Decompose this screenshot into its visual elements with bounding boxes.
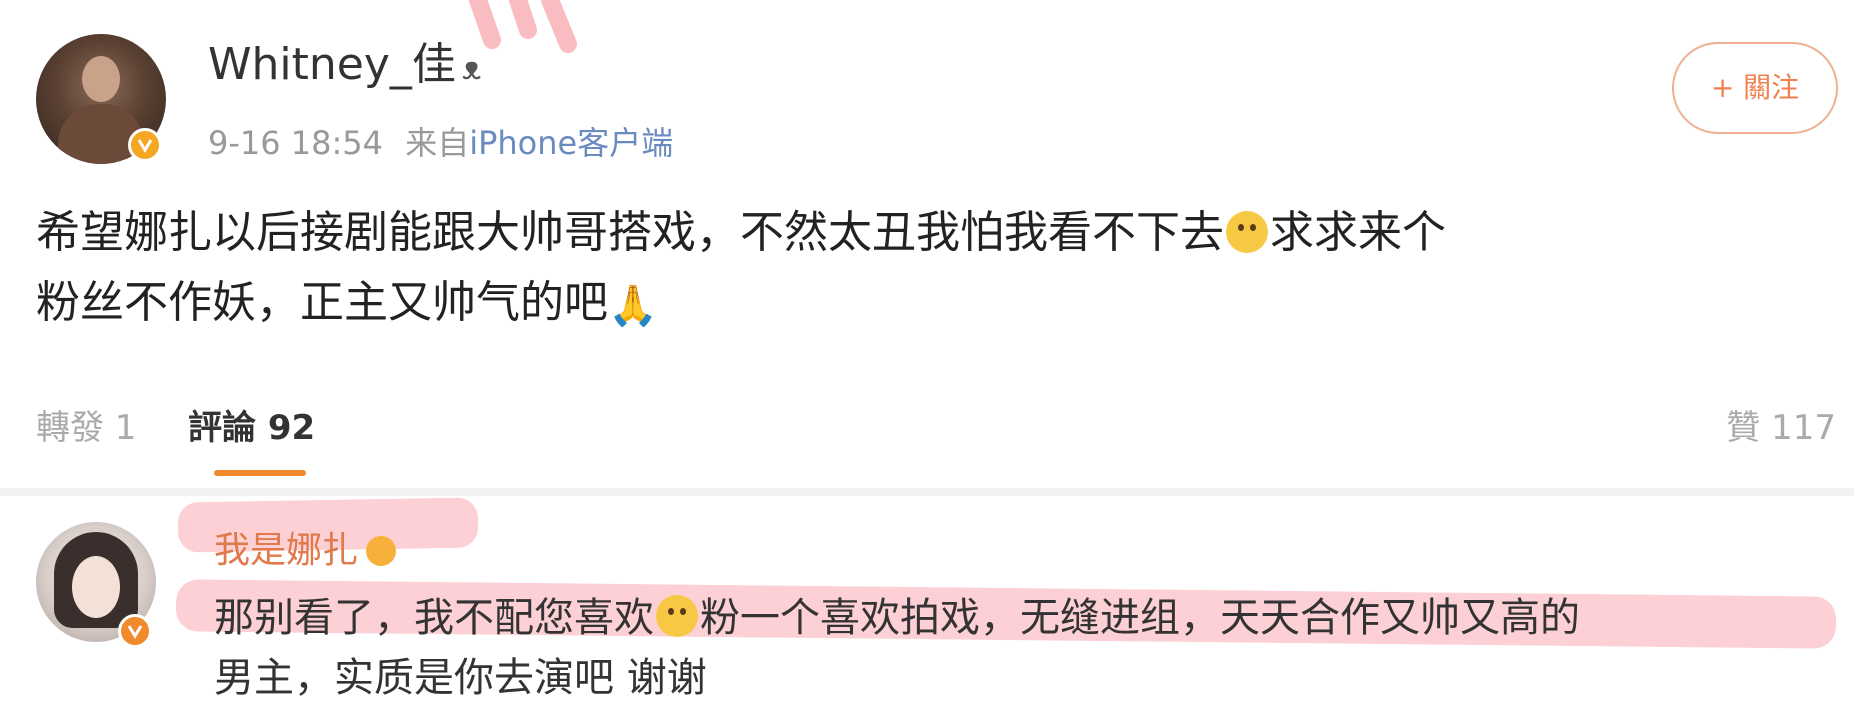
emoji-icon xyxy=(366,536,397,566)
comment-text: 那别看了，我不配您喜欢 粉一个喜欢拍戏，无缝进组，天天合作又帅又高的 xyxy=(214,590,1844,646)
tab-comment[interactable]: 評論 92 xyxy=(188,398,315,458)
post-meta: 9-16 18:54 来自iPhone客户端 xyxy=(208,122,673,164)
comment-text-part1: 那别看了，我不配您喜欢 xyxy=(214,595,654,641)
comment-text-part2: 粉一个喜欢拍戏，无缝进组，天天合作又帅又高的 xyxy=(700,595,1580,641)
grin-emoji-icon xyxy=(656,595,698,637)
active-tab-indicator xyxy=(214,470,306,476)
post-content: 希望娜扎以后接剧能跟大帅哥搭戏，不然太丑我怕我看不下去 求求来个 粉丝不作妖，正主… xyxy=(36,198,1836,341)
post-action-tabs: 轉發 1 評論 92 贊 117 xyxy=(36,398,1836,458)
post-text-line1-end: 求求来个 xyxy=(1270,207,1446,258)
pray-emoji-icon: 🙏 xyxy=(608,283,658,329)
verified-badge-icon xyxy=(118,614,152,648)
comment-author-name[interactable]: 我是娜扎 xyxy=(214,528,397,574)
post-time: 9-16 18:54 xyxy=(208,124,384,162)
section-divider xyxy=(0,488,1854,496)
post-text-line2: 粉丝不作妖，正主又帅气的吧 xyxy=(36,277,608,328)
tab-like[interactable]: 贊 117 xyxy=(1726,398,1836,458)
tab-repost[interactable]: 轉發 1 xyxy=(36,398,136,458)
post-text-line1: 希望娜扎以后接剧能跟大帅哥搭戏，不然太丑我怕我看不下去 xyxy=(36,207,1224,258)
verified-badge-icon xyxy=(128,128,162,162)
post-source-prefix: 来自 xyxy=(405,124,470,162)
post-source[interactable]: iPhone客户端 xyxy=(469,124,673,162)
post-author-name[interactable]: Whitney_佳 ᴥ xyxy=(208,38,481,95)
smile-emoji-icon xyxy=(1226,211,1268,253)
follow-button[interactable]: + 關注 xyxy=(1672,42,1838,134)
panda-face-icon: ᴥ xyxy=(461,49,482,87)
comment-text-line2: 男主，实质是你去演吧 谢谢 xyxy=(214,655,707,701)
